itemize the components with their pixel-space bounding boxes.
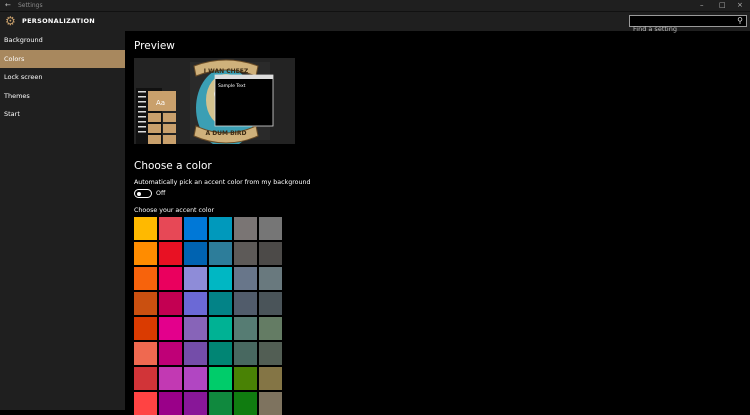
- accent-swatch[interactable]: [159, 292, 182, 315]
- accent-swatch[interactable]: [209, 267, 232, 290]
- accent-swatch[interactable]: [184, 367, 207, 390]
- accent-swatch[interactable]: [134, 392, 157, 415]
- accent-swatch[interactable]: [259, 242, 282, 265]
- window-title: Settings: [18, 2, 43, 9]
- accent-swatch[interactable]: [234, 367, 257, 390]
- sidebar-item-themes[interactable]: Themes: [0, 87, 125, 106]
- accent-swatch[interactable]: [259, 267, 282, 290]
- app-header: ⚙ PERSONALIZATION ⚲: [0, 12, 750, 34]
- accent-swatch[interactable]: [234, 242, 257, 265]
- accent-swatch[interactable]: [209, 217, 232, 240]
- auto-accent-label: Automatically pick an accent color from …: [134, 179, 311, 186]
- choose-color-heading: Choose a color: [134, 160, 212, 172]
- accent-swatch[interactable]: [259, 342, 282, 365]
- accent-swatch[interactable]: [184, 217, 207, 240]
- accent-swatch[interactable]: [259, 392, 282, 415]
- accent-color-label: Choose your accent color: [134, 207, 215, 214]
- search-box[interactable]: ⚲: [629, 15, 747, 34]
- toggle-knob: [137, 191, 141, 196]
- preview-tile-text: Aa: [156, 99, 165, 107]
- accent-swatch[interactable]: [184, 392, 207, 415]
- sidebar-item-background[interactable]: Background: [0, 31, 125, 50]
- accent-swatch[interactable]: [259, 217, 282, 240]
- search-icon[interactable]: ⚲: [737, 16, 743, 26]
- window-titlebar: ← Settings – □ ×: [0, 0, 750, 12]
- sidebar-item-lock-screen[interactable]: Lock screen: [0, 68, 125, 87]
- accent-swatch[interactable]: [184, 317, 207, 340]
- accent-swatch[interactable]: [134, 292, 157, 315]
- back-arrow-icon[interactable]: ←: [5, 1, 11, 9]
- accent-swatch[interactable]: [134, 317, 157, 340]
- accent-swatch[interactable]: [184, 242, 207, 265]
- accent-swatch[interactable]: [209, 317, 232, 340]
- search-input[interactable]: [630, 24, 746, 34]
- accent-swatch[interactable]: [209, 392, 232, 415]
- auto-accent-toggle[interactable]: [134, 189, 152, 198]
- accent-swatch[interactable]: [209, 367, 232, 390]
- gear-icon: ⚙: [5, 14, 16, 28]
- accent-swatch[interactable]: [134, 342, 157, 365]
- accent-swatch[interactable]: [159, 242, 182, 265]
- sidebar-item-colors[interactable]: Colors: [0, 49, 125, 68]
- sidebar-item-start[interactable]: Start: [0, 105, 125, 124]
- toggle-state-label: Off: [156, 190, 166, 197]
- preview-window-text: Sample Text: [218, 83, 246, 89]
- sidebar: Background Colors Lock screen Themes Sta…: [0, 31, 125, 410]
- accent-swatch[interactable]: [159, 267, 182, 290]
- minimize-icon[interactable]: –: [700, 1, 704, 9]
- accent-swatch[interactable]: [159, 392, 182, 415]
- accent-swatch[interactable]: [234, 317, 257, 340]
- accent-swatch[interactable]: [259, 317, 282, 340]
- wallpaper-text-top: I WAN CHEEZ: [204, 68, 249, 75]
- accent-swatch[interactable]: [209, 242, 232, 265]
- accent-swatch[interactable]: [184, 342, 207, 365]
- wallpaper-text-bottom: A DUM BIRD: [205, 130, 246, 137]
- preview-heading: Preview: [134, 40, 175, 52]
- theme-preview: I WAN CHEEZ A DUM BIRD Aa Sample Text: [134, 58, 295, 144]
- accent-swatch[interactable]: [134, 267, 157, 290]
- accent-swatch[interactable]: [159, 317, 182, 340]
- close-icon[interactable]: ×: [737, 1, 743, 9]
- preview-start-menu: Aa: [136, 88, 176, 144]
- accent-swatch[interactable]: [234, 292, 257, 315]
- accent-swatch[interactable]: [159, 217, 182, 240]
- accent-swatch[interactable]: [234, 217, 257, 240]
- accent-swatch[interactable]: [209, 292, 232, 315]
- accent-swatch[interactable]: [209, 342, 232, 365]
- accent-swatch[interactable]: [159, 367, 182, 390]
- accent-swatch[interactable]: [234, 267, 257, 290]
- accent-swatch[interactable]: [234, 392, 257, 415]
- accent-swatch[interactable]: [259, 367, 282, 390]
- accent-swatch[interactable]: [159, 342, 182, 365]
- accent-swatch[interactable]: [184, 267, 207, 290]
- page-title: PERSONALIZATION: [22, 17, 96, 25]
- accent-swatch[interactable]: [134, 242, 157, 265]
- maximize-icon[interactable]: □: [719, 1, 726, 9]
- preview-image: I WAN CHEEZ A DUM BIRD Aa Sample Text: [134, 58, 295, 144]
- accent-swatch[interactable]: [259, 292, 282, 315]
- accent-swatch[interactable]: [234, 342, 257, 365]
- accent-swatch[interactable]: [134, 367, 157, 390]
- accent-swatch[interactable]: [134, 217, 157, 240]
- preview-sample-window: Sample Text: [214, 74, 274, 127]
- accent-swatch[interactable]: [184, 292, 207, 315]
